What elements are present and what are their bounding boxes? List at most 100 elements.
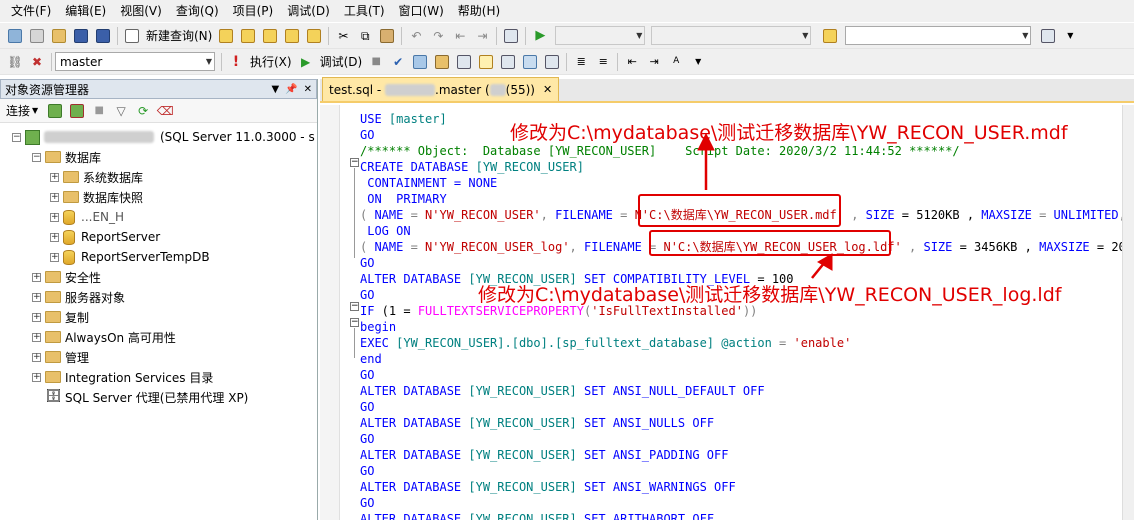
query-dmx-icon[interactable] <box>261 27 279 45</box>
tree-user-database[interactable]: + ...EN_H <box>0 207 317 227</box>
collapse-icon[interactable]: − <box>32 152 41 162</box>
expand-icon[interactable]: + <box>32 352 41 362</box>
copy-icon[interactable]: ⧉ <box>356 27 374 45</box>
comment-icon[interactable]: ≣ <box>572 53 590 71</box>
expand-icon[interactable]: + <box>50 172 59 182</box>
results-grid-icon[interactable] <box>521 53 539 71</box>
stop-icon[interactable]: ■ <box>367 53 385 71</box>
cut-icon[interactable]: ✂ <box>334 27 352 45</box>
save-icon[interactable] <box>72 27 90 45</box>
tree-reportserver[interactable]: + ReportServer <box>0 227 317 247</box>
new-query-icon[interactable] <box>123 27 141 45</box>
query-mdx-icon[interactable] <box>239 27 257 45</box>
open-file-icon[interactable] <box>50 27 68 45</box>
new-project-icon[interactable] <box>6 27 24 45</box>
solution-platform-dropdown[interactable]: ▼ <box>651 26 812 45</box>
tree-server-objects[interactable]: + 服务器对象 <box>0 287 317 307</box>
tree-replication[interactable]: + 复制 <box>0 307 317 327</box>
decrease-indent-icon[interactable]: ⇤ <box>623 53 641 71</box>
refresh-icon[interactable]: ⟳ <box>134 102 152 120</box>
toolbar-options-icon[interactable]: ▼ <box>1061 27 1079 45</box>
menu-debug[interactable]: 调试(D) <box>280 0 337 22</box>
expand-icon[interactable]: + <box>50 212 59 222</box>
disconnect-server-icon[interactable] <box>68 102 86 120</box>
connect-button[interactable]: 连接 <box>6 102 30 119</box>
expand-icon[interactable]: + <box>32 332 41 342</box>
expand-icon[interactable]: + <box>32 312 41 322</box>
menu-query[interactable]: 查询(Q) <box>169 0 226 22</box>
results-text-icon[interactable] <box>499 53 517 71</box>
tree-security[interactable]: + 安全性 <box>0 267 317 287</box>
include-plan-icon[interactable] <box>455 53 473 71</box>
database-select[interactable]: master ▼ <box>55 52 215 71</box>
collapse-icon[interactable]: − <box>350 302 359 311</box>
expand-icon[interactable]: + <box>50 252 59 262</box>
activity-monitor-icon[interactable] <box>502 27 520 45</box>
tree-integration-services[interactable]: + Integration Services 目录 <box>0 367 317 387</box>
pin-icon[interactable]: 📌 <box>285 84 297 95</box>
add-item-icon[interactable] <box>28 27 46 45</box>
expand-icon[interactable]: + <box>32 292 41 302</box>
start-icon[interactable]: ▶ <box>531 27 549 45</box>
query-xmla-icon[interactable] <box>283 27 301 45</box>
parse-icon[interactable]: ✔ <box>389 53 407 71</box>
debug-button[interactable]: 调试(D) <box>317 53 366 70</box>
solution-config-dropdown[interactable]: ▼ <box>555 26 646 45</box>
connect-server-icon[interactable] <box>46 102 64 120</box>
menu-project[interactable]: 项目(P) <box>226 0 281 22</box>
quick-find-icon[interactable] <box>1039 27 1057 45</box>
menu-view[interactable]: 视图(V) <box>113 0 169 22</box>
menu-edit[interactable]: 编辑(E) <box>58 0 113 22</box>
summary-icon[interactable]: ⌫ <box>156 102 174 120</box>
debug-icon[interactable]: ▶ <box>297 53 315 71</box>
menu-help[interactable]: 帮助(H) <box>451 0 507 22</box>
execute-icon[interactable]: ! <box>227 53 245 71</box>
increase-indent-icon[interactable]: ⇥ <box>645 53 663 71</box>
client-stats-icon[interactable] <box>477 53 495 71</box>
collapse-icon[interactable]: − <box>350 158 359 167</box>
tree-alwayson[interactable]: + AlwaysOn 高可用性 <box>0 327 317 347</box>
expand-icon[interactable]: + <box>32 272 41 282</box>
connect-icon[interactable]: ⛓ <box>6 53 24 71</box>
find-dropdown[interactable]: ▼ <box>845 26 1032 45</box>
query-designer-icon[interactable] <box>433 53 451 71</box>
tree-snapshots[interactable]: + 数据库快照 <box>0 187 317 207</box>
menu-file[interactable]: 文件(F) <box>4 0 58 22</box>
tree-management[interactable]: + 管理 <box>0 347 317 367</box>
paste-icon[interactable] <box>378 27 396 45</box>
filter-icon[interactable]: ▽ <box>112 102 130 120</box>
new-query-button[interactable]: 新建查询(N) <box>143 27 215 44</box>
chevron-down-icon[interactable]: ▼ <box>32 106 38 115</box>
editor-scrollbar[interactable] <box>1122 105 1134 520</box>
tree-reportservertempdb[interactable]: + ReportServerTempDB <box>0 247 317 267</box>
results-file-icon[interactable] <box>543 53 561 71</box>
close-tab-icon[interactable]: ✕ <box>543 83 552 96</box>
expand-icon[interactable]: + <box>50 192 59 202</box>
tree-system-databases[interactable]: + 系统数据库 <box>0 167 317 187</box>
tree-server[interactable]: − (SQL Server 11.0.3000 - s <box>0 127 317 147</box>
navigate-forward-icon[interactable]: ⇥ <box>473 27 491 45</box>
undo-icon[interactable]: ↶ <box>407 27 425 45</box>
navigate-back-icon[interactable]: ⇤ <box>451 27 469 45</box>
collapse-icon[interactable]: − <box>350 318 359 327</box>
find-in-files-icon[interactable] <box>821 27 839 45</box>
uncomment-icon[interactable]: ≡ <box>594 53 612 71</box>
redo-icon[interactable]: ↷ <box>429 27 447 45</box>
collapse-icon[interactable]: − <box>12 132 21 142</box>
query-dax-icon[interactable] <box>305 27 323 45</box>
code-area[interactable]: − − − USE [master] GO /****** Object: Da… <box>320 105 1134 520</box>
execute-button[interactable]: 执行(X) <box>247 53 295 70</box>
expand-icon[interactable]: + <box>50 232 59 242</box>
menu-tools[interactable]: 工具(T) <box>337 0 392 22</box>
save-all-icon[interactable] <box>94 27 112 45</box>
tree-sql-agent[interactable]: 🗄 SQL Server 代理(已禁用代理 XP) <box>0 387 317 407</box>
disconnect-icon[interactable]: ✖ <box>28 53 46 71</box>
toolbar-options-icon[interactable]: ▼ <box>689 53 707 71</box>
menu-window[interactable]: 窗口(W) <box>392 0 451 22</box>
panel-dropdown-icon[interactable]: ▼ <box>271 84 279 95</box>
tree-databases[interactable]: − 数据库 <box>0 147 317 167</box>
query-db-icon[interactable] <box>217 27 235 45</box>
specify-values-icon[interactable]: A <box>667 53 685 71</box>
expand-icon[interactable]: + <box>32 372 41 382</box>
stop-icon[interactable]: ■ <box>90 102 108 120</box>
